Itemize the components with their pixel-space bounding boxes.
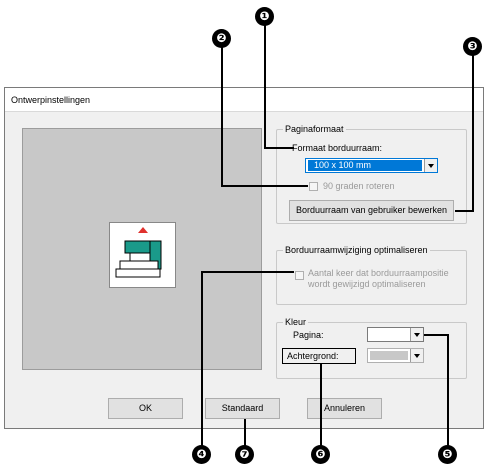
leader-line-6	[320, 363, 322, 447]
background-color-label-box: Achtergrond:	[282, 348, 356, 364]
chevron-down-icon[interactable]	[410, 328, 423, 341]
leader-line-7	[244, 419, 246, 447]
leader-line-2-h	[221, 185, 308, 187]
page-color-swatch	[370, 330, 408, 339]
callout-5: ❺	[438, 445, 457, 464]
rotate-90-label: 90 graden roteren	[323, 181, 395, 191]
callout-1: ❶	[255, 7, 274, 26]
page-color-select[interactable]	[367, 327, 424, 342]
leader-line-3-h	[455, 210, 474, 212]
background-color-select[interactable]	[367, 348, 424, 363]
leader-line-3	[472, 55, 474, 212]
cancel-button[interactable]: Annuleren	[307, 398, 382, 419]
callout-2: ❷	[212, 29, 231, 48]
leader-line-5	[447, 334, 449, 447]
optimize-hoop-label-line1: Aantal keer dat borduurraampositie	[308, 268, 449, 278]
hoop-size-value: 100 x 100 mm	[314, 160, 372, 170]
page-color-label: Pagina:	[293, 330, 324, 340]
ok-button[interactable]: OK	[108, 398, 183, 419]
background-color-swatch	[370, 351, 408, 360]
leader-line-1-h	[264, 147, 294, 149]
leader-line-1	[264, 25, 266, 149]
leader-line-5-h	[424, 334, 449, 336]
callout-4: ❹	[192, 445, 211, 464]
edit-user-hoop-button[interactable]: Borduurraam van gebruiker bewerken	[289, 200, 454, 221]
callout-7: ❼	[235, 445, 254, 464]
chevron-down-icon[interactable]	[424, 159, 437, 172]
leader-line-2	[221, 47, 223, 186]
leader-line-4	[201, 271, 203, 447]
dialog-title: Ontwerpinstellingen	[11, 95, 91, 105]
optimize-hoop-legend: Borduurraamwijziging optimaliseren	[285, 245, 428, 255]
background-color-label: Achtergrond:	[287, 351, 339, 361]
color-legend: Kleur	[285, 317, 307, 327]
optimize-hoop-checkbox[interactable]	[295, 271, 304, 280]
dialog-titlebar: Ontwerpinstellingen	[5, 88, 483, 112]
optimize-hoop-label-line2: wordt gewijzigd optimaliseren	[308, 279, 426, 289]
page-format-legend: Paginaformaat	[285, 124, 344, 134]
hoop-size-label: Formaat borduurraam:	[292, 143, 383, 153]
leader-line-4-h	[201, 271, 294, 273]
chevron-down-icon[interactable]	[410, 349, 423, 362]
rotate-90-checkbox[interactable]	[309, 182, 318, 191]
callout-3: ❸	[463, 37, 482, 56]
hoop-size-select[interactable]: 100 x 100 mm	[305, 158, 438, 173]
embroidery-machine-icon	[109, 222, 176, 288]
callout-6: ❻	[311, 445, 330, 464]
default-button[interactable]: Standaard	[205, 398, 280, 419]
